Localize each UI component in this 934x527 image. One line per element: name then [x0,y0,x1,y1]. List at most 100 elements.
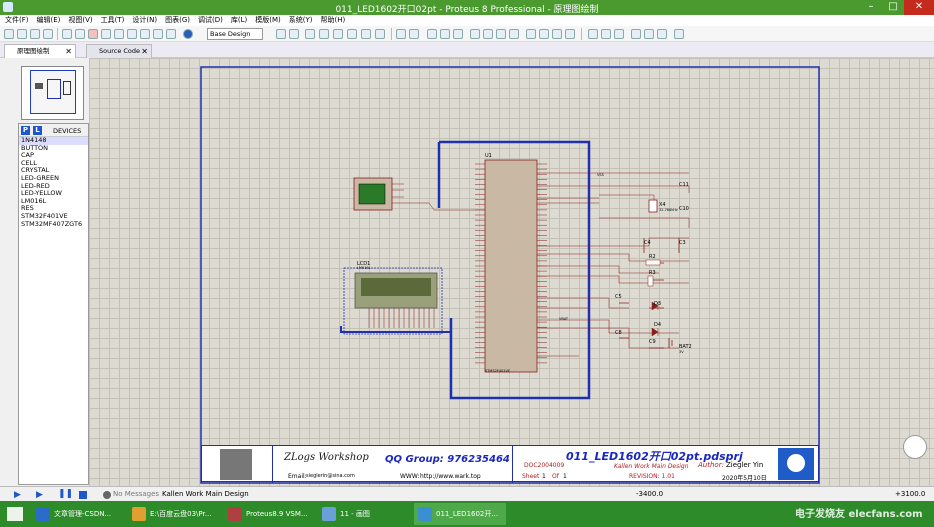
author-name: Ziegler Yin [726,461,764,469]
part-label: C11 [679,182,689,188]
www-value: http://www.wark.top [420,473,481,480]
zoom-out-icon[interactable] [347,29,357,39]
qq-icon[interactable] [903,435,927,459]
pause-icon[interactable]: ❚❚ [58,489,73,499]
peripheral-wires [537,237,689,357]
task-explorer-label: E:\百度云盘03\Pr... [150,510,212,518]
menu-library[interactable]: 库(L) [231,15,247,26]
tab-schematic[interactable]: 原理图绘制 ✕ [4,44,76,58]
overview-window[interactable] [21,66,84,120]
new-file-icon[interactable] [4,29,14,39]
diode-d4 [651,327,659,337]
work-name: Kallen Work Main Design [614,463,689,470]
menu-help[interactable]: 帮助(H) [321,15,346,26]
schematic-icon[interactable] [75,29,85,39]
start-icon[interactable] [7,507,23,521]
menu-graph[interactable]: 图表(G) [165,15,190,26]
menu-debug[interactable]: 调试(D) [198,15,223,26]
zoom-area-icon[interactable] [375,29,385,39]
tab-source-code[interactable]: Source Code ✕ [86,44,152,58]
library-icon[interactable] [166,29,176,39]
menu-design[interactable]: 设计(N) [132,15,157,26]
menu-view[interactable]: 视图(V) [68,15,92,26]
messages-text[interactable]: No Messages [113,490,159,498]
menu-system[interactable]: 系统(Y) [289,15,313,26]
redo-icon[interactable] [409,29,419,39]
step-icon[interactable]: ▶ [36,490,43,500]
property-icon[interactable] [614,29,624,39]
menu-edit[interactable]: 编辑(E) [37,15,61,26]
task-paint[interactable]: 11 - 画图 [318,503,410,525]
of-label: Of [552,473,559,480]
copy-icon[interactable] [440,29,450,39]
make-device-icon[interactable] [539,29,549,39]
chip-ref: U1 [485,153,492,159]
pan-icon[interactable] [319,29,329,39]
schematic-canvas[interactable]: U1 STM32F401VE LCD1 LM016L X4 32.768kHz … [89,58,934,486]
task-proteus-vsm[interactable]: Proteus8.9 VSM... [224,503,316,525]
play-icon[interactable]: ▶ [14,490,21,500]
qq-group: QQ Group: 976235464 [385,454,510,465]
menu-tools[interactable]: 工具(T) [101,15,125,26]
package-icon[interactable] [552,29,562,39]
task-proteus-vsm-label: Proteus8.9 VSM... [246,510,308,518]
help-icon[interactable] [183,29,193,39]
task-explorer[interactable]: E:\百度云盘03\Pr... [128,503,220,525]
tab-source-code-close-icon[interactable]: ✕ [141,45,148,58]
overview-sheet [30,70,76,114]
search-icon[interactable] [601,29,611,39]
battery-value: 3V [679,350,684,354]
menu-template[interactable]: 模版(M) [255,15,281,26]
email-label: Email: [288,473,307,480]
close-button[interactable]: ✕ [904,0,934,15]
pick-device-icon[interactable] [526,29,536,39]
origin-icon[interactable] [305,29,315,39]
part-label: R2 [649,254,656,260]
part-label: C10 [679,206,689,212]
save-icon[interactable] [30,29,40,39]
block-copy-icon[interactable] [470,29,480,39]
open-file-icon[interactable] [17,29,27,39]
devices-header: DEVICES [53,127,82,135]
grid-icon[interactable] [289,29,299,39]
close-project-icon[interactable] [43,29,53,39]
report-icon[interactable] [674,29,684,39]
minimize-button[interactable]: – [860,0,882,15]
home-icon[interactable] [62,29,72,39]
refresh-icon[interactable] [276,29,286,39]
block-rotate-icon[interactable] [496,29,506,39]
zoom-in-icon[interactable] [333,29,343,39]
device-item[interactable]: STM32MF407ZGT6 [19,220,88,229]
3d-icon[interactable] [101,29,111,39]
decompose-icon[interactable] [565,29,575,39]
paste-icon[interactable] [453,29,463,39]
gerber-icon[interactable] [114,29,124,39]
pcb-icon[interactable] [88,29,98,39]
zoom-all-icon[interactable] [361,29,371,39]
remove-sheet-icon[interactable] [644,29,654,39]
source-icon[interactable] [140,29,150,39]
library-manager-button[interactable]: L [33,126,42,135]
menu-file[interactable]: 文件(F) [5,15,29,26]
stop-icon[interactable] [79,491,87,499]
netlist-icon[interactable] [657,29,667,39]
task-proteus-active[interactable]: 011_LED1602开... [414,503,506,525]
cut-icon[interactable] [427,29,437,39]
tab-schematic-close-icon[interactable]: ✕ [65,45,72,58]
crystal-x4 [648,199,658,213]
watermark: 电子发烧友 elecfans.com [795,509,923,520]
new-sheet-icon[interactable] [631,29,641,39]
layer-select[interactable]: Base Design [207,28,263,40]
wire-autorouter-icon[interactable] [588,29,598,39]
pick-devices-button[interactable]: P [21,126,30,135]
bom-icon[interactable] [127,29,137,39]
undo-icon[interactable] [396,29,406,39]
chip-icon[interactable] [153,29,163,39]
chip-part: STM32F401VE [485,369,510,373]
www-label: WWW: [400,473,420,480]
block-delete-icon[interactable] [509,29,519,39]
maximize-button[interactable]: □ [882,0,904,15]
block-move-icon[interactable] [483,29,493,39]
revision: REVISION: 1.01 [629,473,675,480]
task-csdn[interactable]: 文章管理-CSDN... [32,503,124,525]
